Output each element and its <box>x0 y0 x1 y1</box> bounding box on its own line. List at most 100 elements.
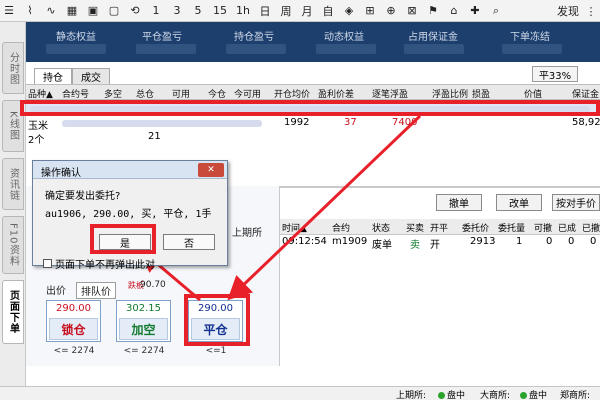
col-header[interactable]: 可撤 <box>534 221 552 234</box>
col-header[interactable]: 多空 <box>104 87 122 100</box>
period-1[interactable]: 1 <box>147 1 165 21</box>
col-header[interactable]: 保证金 <box>572 87 599 100</box>
link-icon[interactable]: ⊕ <box>382 1 400 21</box>
line-chart-icon[interactable]: ⌇ <box>21 1 39 21</box>
sell-card[interactable]: 302.15 加空 <box>116 300 171 342</box>
cancel-order-button[interactable]: 撤单 <box>436 194 482 211</box>
price-mode-select[interactable]: 排队价 <box>76 282 116 299</box>
close-icon[interactable]: ✕ <box>198 163 224 177</box>
order-qty: 1 <box>516 236 523 247</box>
add-short-button[interactable]: 加空 <box>119 318 168 340</box>
status-dot-icon <box>438 392 445 399</box>
bars-icon[interactable]: ▦ <box>63 1 81 21</box>
col-header[interactable]: 逐笔浮盈 <box>372 87 408 100</box>
search-icon[interactable]: ⌕ <box>487 1 505 21</box>
wave-icon[interactable]: ∿ <box>42 1 60 21</box>
col-header[interactable]: 盈利价差 <box>318 87 354 100</box>
no-popup-checkbox[interactable]: 页面下单不再弹出此对 <box>43 256 155 271</box>
tab-positions[interactable]: 持仓 <box>34 68 72 84</box>
col-header[interactable]: 价值 <box>524 87 542 100</box>
blurred-value <box>62 120 262 127</box>
col-header[interactable]: 合约 <box>332 221 350 234</box>
tab-fills[interactable]: 成交 <box>72 68 110 84</box>
col-header[interactable]: 浮盈比例 <box>432 87 468 100</box>
positions-header: 品种▲ 合约号 多空 总仓 可用 今仓 今可用 开仓均价 盈利价差 逐笔浮盈 浮… <box>26 84 600 100</box>
col-header[interactable]: 今仓 <box>208 87 226 100</box>
period-custom[interactable]: 自 <box>319 1 337 21</box>
period-15[interactable]: 15 <box>210 1 230 21</box>
row-count: 2个 <box>28 135 45 146</box>
sidebar-tab-order[interactable]: 页面下单 <box>2 280 24 344</box>
period-5[interactable]: 5 <box>189 1 207 21</box>
col-header[interactable]: 状态 <box>372 221 390 234</box>
table-row[interactable]: 2个 21 <box>26 130 600 146</box>
table-row[interactable]: 09:12:54 m1909 废单 卖 开 2913 1 0 0 0 <box>280 235 600 251</box>
dialog-question: 确定要发出委托? <box>45 191 121 202</box>
confirm-no-button[interactable]: 否 <box>163 234 215 250</box>
col-header[interactable]: 今可用 <box>234 87 261 100</box>
summary-header: 持仓盈亏 <box>234 32 274 43</box>
checkbox-label: 页面下单不再弹出此对 <box>55 260 155 271</box>
grid-icon[interactable]: ☰ <box>0 1 18 21</box>
summary-header: 占用保证金 <box>408 32 458 43</box>
orders-header: 时间▲ 合约 状态 买卖 开平 委托价 委托量 可撤 已成 已撤 <box>280 219 600 235</box>
period-day[interactable]: 日 <box>256 1 274 21</box>
discover-label[interactable]: 发现 <box>554 1 582 21</box>
col-header[interactable]: 已成 <box>558 221 576 234</box>
sidebar-tab-timeshare[interactable]: 分时图 <box>2 42 24 94</box>
col-header[interactable]: 委托量 <box>498 221 525 234</box>
sidebar-tab-f10[interactable]: F10资料 <box>2 216 24 274</box>
col-header[interactable]: 已撤 <box>582 221 600 234</box>
col-header[interactable]: 总仓 <box>136 87 154 100</box>
period-month[interactable]: 月 <box>298 1 316 21</box>
buy-price: 290.00 <box>56 303 91 314</box>
order-contract: m1909 <box>332 236 368 247</box>
period-1h[interactable]: 1h <box>233 1 253 21</box>
close-ratio-button[interactable]: 平33% <box>532 66 578 82</box>
tools-icon[interactable]: ✚ <box>466 1 484 21</box>
sell-price: 302.15 <box>126 303 161 314</box>
zoom-icon[interactable]: ⊠ <box>403 1 421 21</box>
row-float-pnl: 7400 <box>392 117 418 128</box>
table-row[interactable]: 玉米 1992 37 7400 58,920 <box>26 116 600 132</box>
save-icon[interactable]: ▢ <box>105 1 123 21</box>
calendar-icon[interactable]: ▣ <box>84 1 102 21</box>
sidebar-tab-news[interactable]: 资讯链 <box>2 158 24 210</box>
shfe-status: 盘中 <box>436 388 465 401</box>
col-header[interactable]: 委托价 <box>462 221 489 234</box>
col-header[interactable]: 合约号 <box>62 87 89 100</box>
order-side: 卖 <box>410 240 420 251</box>
counterparty-price-button[interactable]: 按对手价 <box>552 194 600 211</box>
col-header[interactable]: 开平 <box>430 221 448 234</box>
dialog-order-detail: au1906, 290.00, 买, 平仓, 1手 <box>45 209 212 220</box>
period-week[interactable]: 周 <box>277 1 295 21</box>
expand-icon[interactable]: ⊞ <box>361 1 379 21</box>
period-3[interactable]: 3 <box>168 1 186 21</box>
col-header[interactable]: 时间▲ <box>282 221 307 234</box>
order-filled: 0 <box>568 236 575 247</box>
eye-icon[interactable]: ◈ <box>340 1 358 21</box>
col-header[interactable]: 损盈 <box>472 87 490 100</box>
summary-header: 动态权益 <box>324 32 364 43</box>
highlight-box <box>20 100 600 116</box>
col-header[interactable]: 可用 <box>172 87 190 100</box>
dce-status: 盘中 <box>518 388 547 401</box>
flag-icon[interactable]: ⚑ <box>424 1 442 21</box>
summary-header: 平仓盈亏 <box>142 32 182 43</box>
tag-icon[interactable]: ⌂ <box>445 1 463 21</box>
col-header[interactable]: 品种▲ <box>28 87 53 100</box>
modify-order-button[interactable]: 改单 <box>496 194 542 211</box>
checkbox[interactable] <box>43 259 52 268</box>
col-header[interactable]: 买卖 <box>406 221 424 234</box>
summary-header: 下单冻结 <box>510 32 550 43</box>
order-price: 2913 <box>470 236 496 247</box>
order-openclose: 开 <box>430 240 440 251</box>
dialog-titlebar[interactable]: 操作确认 ✕ <box>33 161 227 179</box>
menu-icon[interactable]: ⋮ <box>582 1 600 21</box>
buy-card[interactable]: 290.00 锁仓 <box>46 300 101 342</box>
lock-position-button[interactable]: 锁仓 <box>49 318 98 340</box>
refresh-icon[interactable]: ⟲ <box>126 1 144 21</box>
summary-header: 静态权益 <box>56 32 96 43</box>
col-header[interactable]: 开仓均价 <box>274 87 310 100</box>
row-total: 21 <box>148 131 161 142</box>
